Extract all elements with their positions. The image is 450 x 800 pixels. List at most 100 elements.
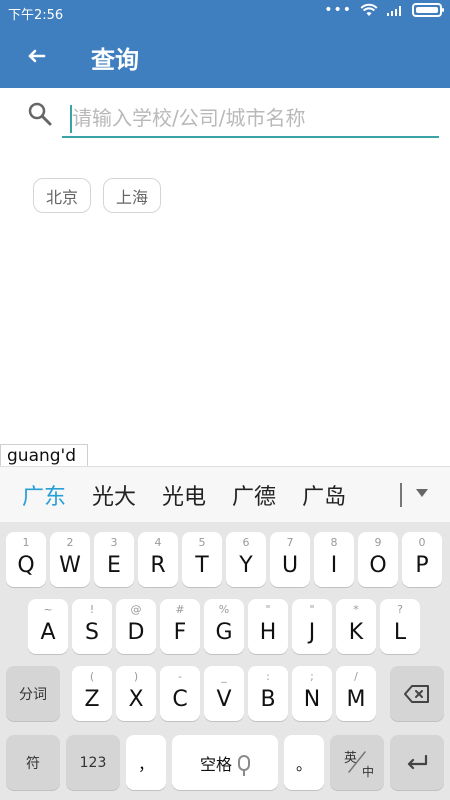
key-m[interactable]: / M — [336, 666, 376, 721]
hot-cities: 北京 上海 — [33, 178, 162, 213]
key-u[interactable]: 7 U — [270, 532, 310, 587]
key-label: E — [107, 553, 121, 578]
key-v[interactable]: _ V — [204, 666, 244, 721]
key-sub: ; — [310, 670, 314, 683]
app-bar: 查询 — [0, 24, 450, 88]
backspace-icon — [404, 684, 429, 703]
key-t[interactable]: 5 T — [182, 532, 222, 587]
candidate-list: 广东 光大 光电 广德 广岛 — [22, 479, 346, 511]
key-label: 空格 — [199, 754, 232, 774]
key-label: O — [369, 553, 387, 578]
key-sub: ! — [89, 603, 95, 616]
key-sub: ) — [133, 670, 139, 683]
symbols-key[interactable]: 符 — [6, 735, 60, 790]
key-h[interactable]: " H — [248, 599, 288, 654]
candidate-item[interactable]: 广岛 — [302, 479, 346, 511]
city-chip-shanghai[interactable]: 上海 — [103, 178, 162, 213]
key-z[interactable]: ( Z — [72, 666, 112, 721]
numbers-key[interactable]: 123 — [66, 735, 120, 790]
more-dots-icon: ••• — [324, 2, 352, 18]
status-time: 下午2:56 — [8, 8, 64, 23]
ime-composing-text: guang'd — [0, 444, 88, 466]
lang-toggle-bottom: 中 — [362, 765, 375, 779]
key-q[interactable]: 1 Q — [6, 532, 46, 587]
key-g[interactable]: % G — [204, 599, 244, 654]
key-label: 。 — [295, 754, 312, 774]
key-i[interactable]: 8 I — [314, 532, 354, 587]
language-toggle-key[interactable]: 英 中 — [330, 735, 384, 790]
key-label: B — [260, 687, 276, 712]
key-f[interactable]: # F — [160, 599, 200, 654]
key-d[interactable]: @ D — [116, 599, 156, 654]
key-label: X — [128, 687, 144, 712]
candidate-item[interactable]: 广德 — [232, 479, 276, 511]
key-w[interactable]: 2 W — [50, 532, 90, 587]
key-label: Z — [84, 687, 100, 712]
key-label: R — [150, 553, 166, 578]
key-sub: 2 — [66, 536, 74, 549]
key-x[interactable]: ) X — [116, 666, 156, 721]
expand-candidates-icon[interactable] — [416, 489, 428, 497]
key-sub: ? — [397, 603, 403, 616]
key-c[interactable]: - C — [160, 666, 200, 721]
key-sub: / — [354, 670, 358, 683]
key-j[interactable]: " J — [292, 599, 332, 654]
key-r[interactable]: 4 R — [138, 532, 178, 587]
key-label: T — [195, 553, 209, 578]
candidate-more-divider — [400, 483, 402, 507]
key-label: U — [281, 553, 299, 578]
key-n[interactable]: ; N — [292, 666, 332, 721]
key-label: N — [303, 687, 321, 712]
search-input[interactable] — [62, 100, 439, 138]
key-label: F — [173, 620, 187, 645]
candidate-item[interactable]: 光电 — [162, 479, 206, 511]
key-label: J — [308, 620, 316, 645]
key-sub: 9 — [374, 536, 382, 549]
key-sub: 7 — [286, 536, 294, 549]
search-icon — [28, 102, 52, 126]
enter-icon — [407, 754, 428, 769]
key-sub: : — [266, 670, 270, 683]
key-o[interactable]: 9 O — [358, 532, 398, 587]
key-b[interactable]: : B — [248, 666, 288, 721]
space-key[interactable]: 空格 — [172, 735, 278, 790]
back-button[interactable] — [18, 38, 54, 74]
enter-key[interactable] — [390, 735, 444, 790]
microphone-icon — [238, 754, 250, 776]
key-label: I — [330, 553, 338, 578]
key-sub: _ — [221, 670, 227, 683]
key-label: P — [415, 553, 429, 578]
key-sub: @ — [130, 603, 142, 616]
key-fenci[interactable]: 分词 — [6, 666, 60, 721]
key-sub: " — [309, 603, 315, 616]
page-title: 查询 — [91, 46, 139, 74]
ime-candidate-bar: 广东 光大 光电 广德 广岛 — [0, 466, 450, 522]
key-label: A — [40, 620, 56, 645]
period-key[interactable]: 。 — [284, 735, 324, 790]
key-label: Y — [239, 553, 253, 578]
candidate-item[interactable]: 广东 — [22, 479, 66, 511]
key-l[interactable]: ? L — [380, 599, 420, 654]
key-y[interactable]: 6 Y — [226, 532, 266, 587]
comma-key[interactable]: ， — [126, 735, 166, 790]
key-sub: 8 — [330, 536, 338, 549]
key-sub: 4 — [154, 536, 162, 549]
key-k[interactable]: * K — [336, 599, 376, 654]
backspace-key[interactable] — [390, 666, 444, 721]
key-sub: 1 — [22, 536, 30, 549]
key-sub: % — [218, 603, 230, 616]
key-e[interactable]: 3 E — [94, 532, 134, 587]
key-s[interactable]: ! S — [72, 599, 112, 654]
candidate-item[interactable]: 光大 — [92, 479, 136, 511]
key-label: D — [127, 620, 145, 645]
key-label: 符 — [26, 755, 40, 772]
key-label: ， — [137, 754, 154, 774]
key-label: W — [59, 553, 81, 578]
city-chip-beijing[interactable]: 北京 — [33, 178, 92, 213]
key-a[interactable]: ~ A — [28, 599, 68, 654]
key-p[interactable]: 0 P — [402, 532, 442, 587]
top-bar: 下午2:56 ••• 查询 — [0, 0, 450, 88]
key-sub: " — [265, 603, 271, 616]
key-sub: 0 — [418, 536, 426, 549]
key-sub: 3 — [110, 536, 118, 549]
